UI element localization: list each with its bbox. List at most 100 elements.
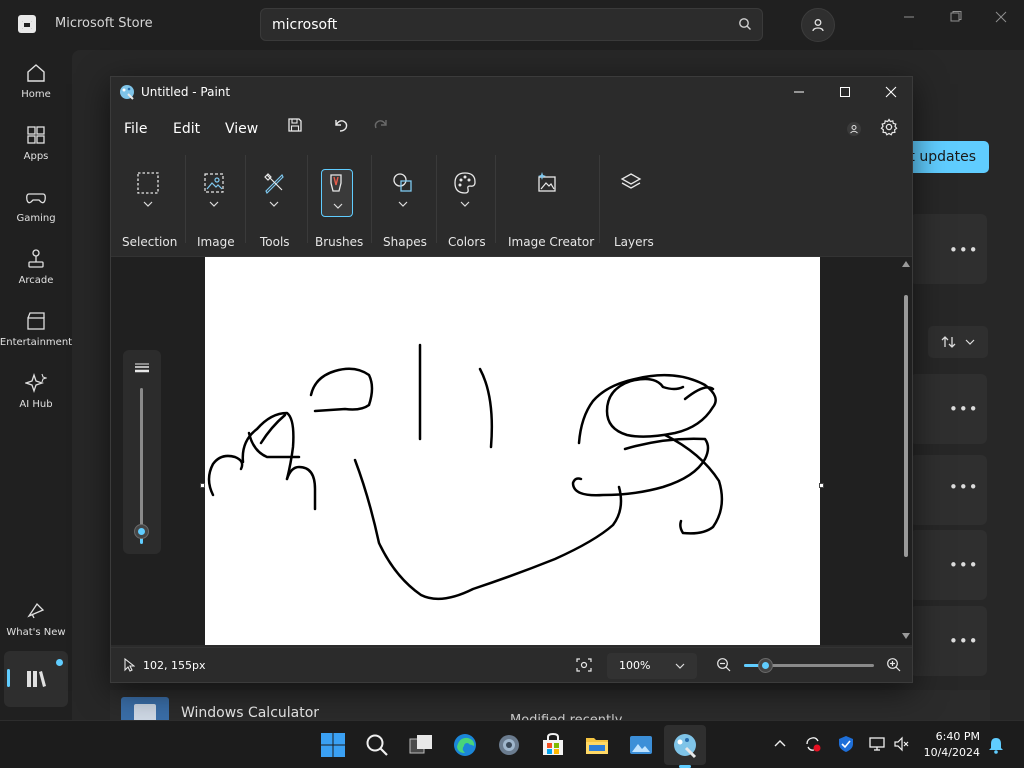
chevron-down-icon [269,201,279,207]
paint-maximize-button[interactable] [822,77,868,107]
nav-label: Entertainment [0,337,73,348]
vertical-scrollbar[interactable] [900,257,912,645]
layers-icon [620,173,642,189]
redo-icon[interactable] [372,117,390,133]
edge-browser-icon[interactable] [451,731,479,759]
save-icon[interactable] [287,117,303,133]
ribbon-group-colors[interactable]: Colors [438,149,494,249]
store-search-box[interactable]: microsoft [260,8,763,41]
account-icon[interactable] [846,121,862,137]
search-icon[interactable] [363,731,391,759]
maximize-icon [840,87,850,97]
ribbon-label: Tools [260,235,290,249]
canvas-resize-handle[interactable] [819,483,824,488]
sort-button[interactable] [928,326,988,358]
sort-icon [941,336,956,348]
slider-thumb[interactable] [134,524,149,539]
paint-app-icon[interactable] [671,731,699,759]
brush-icon [330,174,342,192]
security-shield-icon[interactable] [837,735,855,753]
ribbon-group-selection[interactable]: Selection [111,149,183,249]
ribbon-group-brushes[interactable]: Brushes [309,149,365,249]
scrollbar-thumb[interactable] [904,295,908,557]
settings-gear-icon[interactable] [880,118,898,136]
sparkle-icon [25,372,47,394]
canvas-resize-handle[interactable] [200,483,205,488]
menu-view[interactable]: View [225,121,258,137]
ribbon-group-image[interactable]: Image [187,149,243,249]
settings-app-icon[interactable] [495,731,523,759]
more-options-button[interactable]: ••• [949,478,979,496]
canvas-strokes [207,343,724,601]
more-options-button[interactable]: ••• [949,556,979,574]
zoom-level-dropdown[interactable]: 100% [607,653,697,679]
nav-label: Arcade [18,275,54,286]
nav-item-gaming[interactable]: Gaming [0,180,72,238]
clapperboard-icon [27,312,45,330]
zoom-out-icon[interactable] [716,657,732,673]
update-sync-icon[interactable] [804,735,822,753]
ribbon-label: Layers [614,235,654,249]
ribbon-group-tools[interactable]: Tools [247,149,303,249]
search-icon[interactable] [738,17,752,31]
library-icon [27,671,46,687]
ribbon-label: Colors [448,235,486,249]
store-search-input[interactable]: microsoft [272,17,337,33]
chevron-up-icon[interactable] [774,739,786,747]
more-options-button[interactable]: ••• [949,632,979,650]
nav-item-arcade[interactable]: Arcade [0,242,72,300]
menu-file[interactable]: File [124,121,147,137]
more-options-button[interactable]: ••• [949,400,979,418]
nav-label: AI Hub [19,399,53,410]
windows-start-icon[interactable] [319,731,347,759]
nav-item-library[interactable] [4,651,68,707]
zoom-slider-thumb[interactable] [758,658,773,673]
ribbon-group-layers[interactable]: Layers [601,149,661,249]
minimize-icon[interactable] [900,10,920,24]
paint-close-button[interactable] [868,77,914,107]
ribbon-divider [436,155,437,243]
clock-time[interactable]: 6:40 PM [932,730,980,743]
drawing-canvas[interactable] [205,257,820,645]
nav-item-ai-hub[interactable]: AI Hub [0,366,72,424]
undo-icon[interactable] [332,117,350,133]
nav-item-entertainment[interactable]: Entertainment [0,304,72,362]
image-icon [204,173,224,193]
restore-icon[interactable] [946,10,966,24]
volume-muted-icon[interactable] [893,735,911,753]
photos-app-icon[interactable] [627,731,655,759]
shapes-icon [393,173,412,192]
image-creator-icon [538,172,556,192]
scroll-down-icon[interactable] [902,633,910,639]
network-icon[interactable] [868,735,886,753]
minimize-icon [794,91,804,93]
ribbon-divider [185,155,186,243]
nav-label: What's New [6,627,66,638]
nav-label: Apps [23,151,49,162]
more-options-button[interactable]: ••• [949,241,979,259]
ribbon-group-shapes[interactable]: Shapes [373,149,435,249]
ribbon-group-image-creator[interactable]: Image Creator [497,149,599,249]
chevron-down-icon [398,201,408,207]
fit-to-window-icon[interactable] [576,658,592,672]
zoom-in-icon[interactable] [886,657,902,673]
nav-item-home[interactable]: Home [0,56,72,114]
megaphone-icon [27,602,45,619]
paint-minimize-button[interactable] [776,77,822,107]
person-icon [812,19,824,32]
nav-item-whats-new[interactable]: What's New [0,594,72,652]
scroll-up-icon[interactable] [902,261,910,267]
task-view-icon[interactable] [407,731,435,759]
status-bar: 102, 155px 100% [111,647,912,682]
file-explorer-icon[interactable] [583,731,611,759]
ribbon-label: Image Creator [508,235,595,249]
account-button[interactable] [801,8,835,42]
notification-bell-icon[interactable] [988,736,1004,754]
brush-size-slider[interactable] [123,350,161,554]
menu-edit[interactable]: Edit [173,121,200,137]
ribbon-divider [495,155,496,243]
microsoft-store-icon[interactable] [539,731,567,759]
nav-item-apps[interactable]: Apps [0,118,72,176]
clock-date[interactable]: 10/4/2024 [920,746,980,759]
close-icon[interactable] [992,10,1012,24]
